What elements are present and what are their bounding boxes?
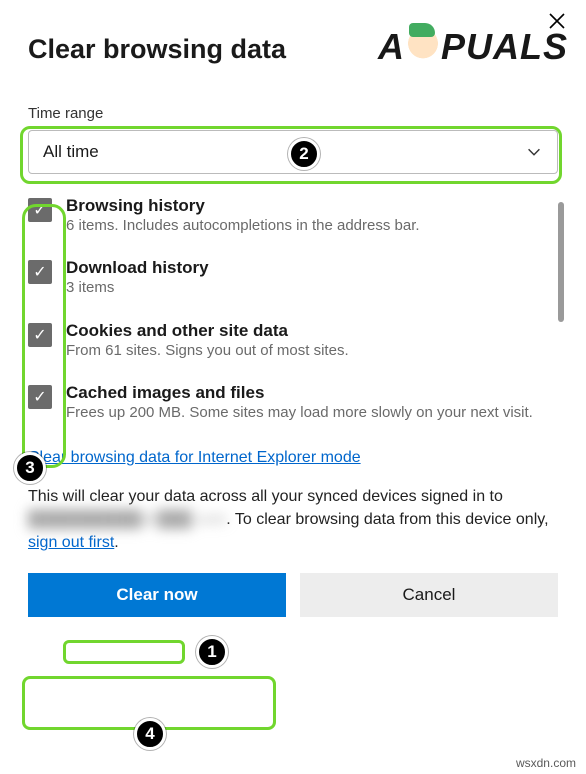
item-desc: Frees up 200 MB. Some sites may load mor… <box>66 403 533 423</box>
item-title: Browsing history <box>66 196 420 216</box>
data-types-list: ✓ Browsing history 6 items. Includes aut… <box>28 196 558 423</box>
checkbox-cached[interactable]: ✓ <box>28 385 52 409</box>
redacted-email: ██████████@███.com <box>28 508 226 531</box>
item-desc: 3 items <box>66 278 209 298</box>
sign-out-link[interactable]: sign out first <box>28 534 114 551</box>
checkbox-cookies[interactable]: ✓ <box>28 323 52 347</box>
item-desc: From 61 sites. Signs you out of most sit… <box>66 341 349 361</box>
watermark-text: A <box>378 26 405 68</box>
clear-now-button[interactable]: Clear now <box>28 573 286 617</box>
cancel-button[interactable]: Cancel <box>300 573 558 617</box>
sync-info-text: This will clear your data across all you… <box>28 485 558 555</box>
ie-mode-link[interactable]: Clear browsing data for Internet Explore… <box>28 449 361 466</box>
item-title: Cached images and files <box>66 383 533 403</box>
scrollbar[interactable] <box>558 202 564 322</box>
appuals-watermark: A PUALS <box>378 26 568 68</box>
time-range-value: All time <box>43 142 99 162</box>
checkbox-browsing-history[interactable]: ✓ <box>28 198 52 222</box>
time-range-label: Time range <box>28 105 558 122</box>
item-title: Cookies and other site data <box>66 321 349 341</box>
clear-browsing-data-dialog: Clear browsing data Time range All time … <box>0 0 586 774</box>
checkbox-download-history[interactable]: ✓ <box>28 260 52 284</box>
list-item: ✓ Download history 3 items <box>28 258 558 298</box>
list-item: ✓ Cached images and files Frees up 200 M… <box>28 383 558 423</box>
info-text: . <box>114 534 118 551</box>
dialog-buttons: Clear now Cancel <box>28 573 558 617</box>
list-item: ✓ Browsing history 6 items. Includes aut… <box>28 196 558 236</box>
info-text: . To clear browsing data from this devic… <box>226 511 548 528</box>
time-range-select[interactable]: All time <box>28 130 558 174</box>
list-item: ✓ Cookies and other site data From 61 si… <box>28 321 558 361</box>
item-title: Download history <box>66 258 209 278</box>
info-text: This will clear your data across all you… <box>28 488 503 505</box>
item-desc: 6 items. Includes autocompletions in the… <box>66 216 420 236</box>
source-text: wsxdn.com <box>516 756 576 770</box>
chevron-down-icon <box>525 143 543 161</box>
watermark-text: PUALS <box>441 26 568 68</box>
mascot-icon <box>407 29 439 65</box>
